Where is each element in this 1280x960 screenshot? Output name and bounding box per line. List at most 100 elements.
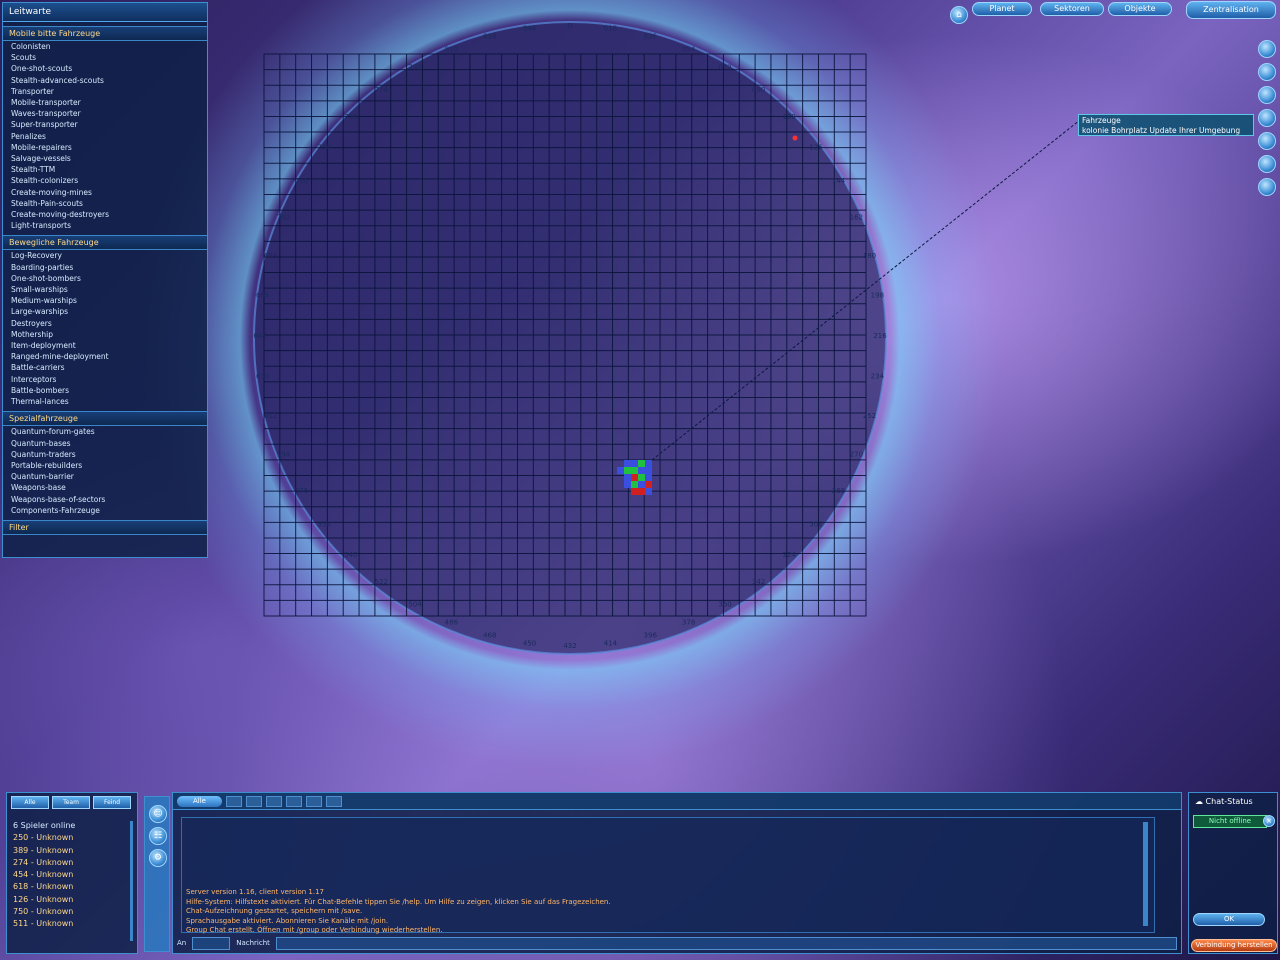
menu-item[interactable]: Quantum-forum-gates [3,426,207,437]
menu-item[interactable]: Weapons-base [3,482,207,493]
unit-marker[interactable] [631,460,638,467]
unit-marker[interactable] [645,467,652,474]
menu-item[interactable]: Scouts [3,52,207,63]
unit-marker[interactable] [624,481,631,488]
unit-marker[interactable] [638,474,645,481]
unit-marker[interactable] [631,488,638,495]
chat-tab-icon[interactable] [266,795,282,807]
menu-item[interactable]: Small-warships [3,284,207,295]
unit-marker[interactable] [638,488,645,495]
menu-item[interactable]: Create-moving-mines [3,187,207,198]
menu-item[interactable]: Salvage-vessels [3,153,207,164]
unit-marker[interactable] [645,488,652,495]
menu-item[interactable]: Stealth-Pain-scouts [3,198,207,209]
player-row[interactable]: 250 - Unknown [7,832,137,844]
chat-tab-icon[interactable] [286,795,302,807]
top-button-planet[interactable]: Planet [972,2,1032,16]
top-button-objects[interactable]: Objekte [1108,2,1172,16]
unit-marker[interactable] [645,474,652,481]
chat-tab-icon[interactable] [246,795,262,807]
player-row[interactable]: 511 - Unknown [7,918,137,930]
menu-item[interactable]: Light-transports [3,220,207,231]
planet-icon[interactable] [1258,132,1276,150]
chat-message-input[interactable] [275,936,1177,950]
chat-send-button[interactable]: OK [1193,913,1265,926]
menu-item[interactable]: Quantum-barrier [3,471,207,482]
unit-marker[interactable] [617,467,624,474]
menu-item[interactable]: Colonisten [3,41,207,52]
unit-marker[interactable] [645,481,652,488]
menu-item[interactable]: Thermal-lances [3,396,207,407]
menu-section-header[interactable]: Filter [3,519,207,535]
menu-item[interactable]: Stealth-TTM [3,164,207,175]
chat-scrollbar[interactable] [1143,822,1148,926]
unit-marker[interactable] [631,467,638,474]
players-tab-all[interactable]: Alle [11,796,49,809]
top-button-centralize[interactable]: Zentralisation [1186,1,1276,19]
zoom-icon[interactable] [1258,40,1276,58]
menu-item[interactable]: Weapons-base-of-sectors [3,494,207,505]
menu-item[interactable]: Penalizes [3,131,207,142]
unit-marker[interactable] [624,474,631,481]
unit-marker[interactable] [638,481,645,488]
chat-group-icon[interactable]: ☷ [149,827,167,845]
menu-section-header[interactable]: Bewegliche Fahrzeuge [3,235,207,251]
menu-item[interactable]: Log-Recovery [3,250,207,261]
unit-marker[interactable] [624,467,631,474]
player-row[interactable]: 274 - Unknown [7,857,137,869]
menu-item[interactable]: Mobile-repairers [3,142,207,153]
menu-item[interactable]: Quantum-bases [3,438,207,449]
menu-section-header[interactable]: Spezialfahrzeuge [3,411,207,427]
menu-item[interactable]: Interceptors [3,374,207,385]
menu-item[interactable]: Battle-bombers [3,385,207,396]
menu-item[interactable]: Destroyers [3,318,207,329]
chat-tab-all[interactable]: Alle [177,795,222,807]
chat-tab-icon[interactable] [226,795,242,807]
unit-marker[interactable] [645,460,652,467]
chat-user-icon[interactable]: ☺ [149,805,167,823]
close-icon[interactable]: × [1263,815,1275,827]
players-tab-team[interactable]: Team [52,796,90,809]
player-row[interactable]: 126 - Unknown [7,894,137,906]
menu-item[interactable]: Quantum-traders [3,449,207,460]
unit-marker[interactable] [631,481,638,488]
player-row[interactable]: 389 - Unknown [7,845,137,857]
menu-item[interactable]: Item-deployment [3,340,207,351]
menu-item[interactable]: Transporter [3,86,207,97]
settings-icon[interactable] [1258,178,1276,196]
menu-item[interactable]: Battle-carriers [3,362,207,373]
menu-item[interactable]: Ranged-mine-deployment [3,351,207,362]
player-row[interactable]: 618 - Unknown [7,881,137,893]
fleet-icon[interactable] [1258,155,1276,173]
home-icon[interactable]: ⌂ [950,6,968,24]
menu-item[interactable]: One-shot-scouts [3,63,207,74]
menu-item[interactable]: Medium-warships [3,295,207,306]
menu-item[interactable]: Large-warships [3,306,207,317]
menu-item[interactable]: Components-Fahrzeuge [3,505,207,516]
unit-marker[interactable] [624,460,631,467]
menu-item[interactable]: Mobile-transporter [3,97,207,108]
chat-tab-icon[interactable] [326,795,342,807]
top-button-sectors[interactable]: Sektoren [1040,2,1104,16]
chat-tab-icon[interactable] [306,795,322,807]
menu-item[interactable]: One-shot-bombers [3,273,207,284]
player-row[interactable]: 750 - Unknown [7,906,137,918]
target-icon[interactable] [1258,86,1276,104]
menu-item[interactable]: Super-transporter [3,119,207,130]
radar-icon[interactable] [1258,109,1276,127]
chat-status-state[interactable]: Nicht offline [1193,815,1267,828]
menu-item[interactable]: Create-moving-destroyers [3,209,207,220]
unit-marker[interactable] [631,474,638,481]
players-scrollbar[interactable] [130,821,133,941]
menu-item[interactable]: Stealth-advanced-scouts [3,75,207,86]
menu-item[interactable]: Boarding-parties [3,262,207,273]
menu-section-header[interactable]: Mobile bitte Fahrzeuge [3,26,207,41]
menu-item[interactable]: Stealth-colonizers [3,175,207,186]
chat-recipient-input[interactable] [192,936,231,950]
player-row[interactable]: 454 - Unknown [7,869,137,881]
menu-item[interactable]: Waves-transporter [3,108,207,119]
chat-settings-icon[interactable]: ⚙ [149,849,167,867]
menu-item[interactable]: Portable-rebuilders [3,460,207,471]
unit-marker[interactable] [638,460,645,467]
unit-marker[interactable] [638,467,645,474]
